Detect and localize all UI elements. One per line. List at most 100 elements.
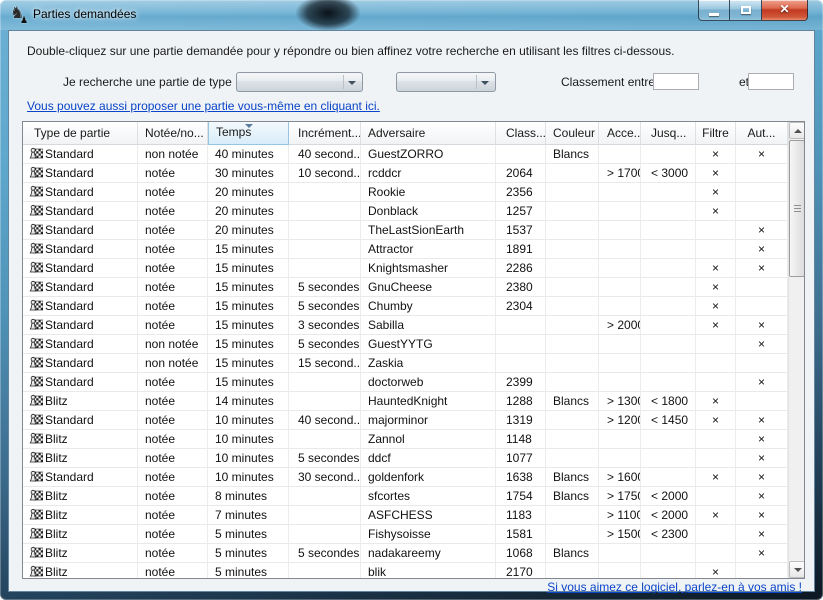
- game-subtype-select[interactable]: [396, 72, 496, 92]
- cell-color: [546, 259, 599, 278]
- cell-color: [546, 183, 599, 202]
- column-header-filter[interactable]: Filtre: [696, 122, 736, 145]
- table-row[interactable]: Standard non notée 15 minutes 5 secondes…: [23, 335, 788, 354]
- column-header-up-to[interactable]: Jusq...: [641, 122, 696, 145]
- titlebar[interactable]: ♞♟ Parties demandées ✕: [0, 0, 823, 30]
- cell-game-type: Standard: [23, 202, 138, 221]
- chess-pawn-icon: [29, 526, 43, 540]
- table-row[interactable]: Standard non notée 40 minutes 40 second.…: [23, 145, 788, 164]
- table-row[interactable]: Standard notée 15 minutes 5 secondes Chu…: [23, 297, 788, 316]
- rating-min-input[interactable]: [653, 73, 699, 90]
- cell-filter-mark: [696, 487, 736, 506]
- table-row[interactable]: Blitz notée 5 minutes blik 2170 ×: [23, 563, 788, 579]
- cell-up-to: [641, 278, 696, 297]
- column-header-time[interactable]: Temps: [208, 122, 289, 145]
- table-row[interactable]: Standard notée 20 minutes TheLastSionEar…: [23, 221, 788, 240]
- table-row[interactable]: Standard notée 20 minutes Rookie 2356 ×: [23, 183, 788, 202]
- cell-auto-mark: ×: [736, 316, 788, 335]
- column-header-rated[interactable]: Notée/no...: [138, 122, 208, 145]
- table-row[interactable]: Blitz notée 5 minutes 5 secondes nadakar…: [23, 544, 788, 563]
- cell-time: 15 minutes: [208, 259, 289, 278]
- cell-color: Blancs: [546, 392, 599, 411]
- table-row[interactable]: Standard non notée 15 minutes 15 second.…: [23, 354, 788, 373]
- cell-up-to: [641, 468, 696, 487]
- cell-increment: 5 secondes: [289, 297, 361, 316]
- table-row[interactable]: Standard notée 15 minutes 5 secondes Gnu…: [23, 278, 788, 297]
- cell-game-type: Standard: [23, 221, 138, 240]
- table-row[interactable]: Standard notée 10 minutes 40 second... m…: [23, 411, 788, 430]
- column-header-rating[interactable]: Class...: [496, 122, 546, 145]
- scroll-up-button[interactable]: [789, 122, 805, 139]
- cell-color: [546, 354, 599, 373]
- table-row[interactable]: Standard notée 30 minutes 10 second... r…: [23, 164, 788, 183]
- cell-auto-mark: ×: [736, 411, 788, 430]
- column-header-color[interactable]: Couleur: [546, 122, 599, 145]
- column-header-increment[interactable]: Incrément...: [289, 122, 361, 145]
- table-row[interactable]: Blitz notée 10 minutes Zannol 1148 ×: [23, 430, 788, 449]
- cell-accept-above: > 1300: [599, 392, 641, 411]
- table-row[interactable]: Standard notée 10 minutes 30 second... g…: [23, 468, 788, 487]
- cell-auto-mark: [736, 354, 788, 373]
- scrollbar-thumb[interactable]: [789, 140, 805, 277]
- chevron-down-icon: [481, 81, 489, 85]
- cell-up-to: [641, 202, 696, 221]
- chess-pawn-icon: [29, 355, 43, 369]
- close-button[interactable]: ✕: [762, 0, 808, 21]
- maximize-button[interactable]: [730, 0, 762, 21]
- column-header-accept-above[interactable]: Acce...: [599, 122, 641, 145]
- column-header-opponent[interactable]: Adversaire: [361, 122, 496, 145]
- cell-color: [546, 373, 599, 392]
- table-row[interactable]: Blitz notée 8 minutes sfcortes 1754 Blan…: [23, 487, 788, 506]
- cell-increment: [289, 525, 361, 544]
- table-row[interactable]: Standard notée 15 minutes 3 secondes Sab…: [23, 316, 788, 335]
- table-row[interactable]: Standard notée 15 minutes doctorweb 2399…: [23, 373, 788, 392]
- propose-game-link[interactable]: Vous pouvez aussi proposer une partie vo…: [27, 99, 380, 113]
- chess-pawn-icon: [29, 298, 43, 312]
- table-row[interactable]: Standard notée 15 minutes Attractor 1891…: [23, 240, 788, 259]
- cell-rated: notée: [138, 164, 208, 183]
- game-type-select[interactable]: [236, 72, 363, 92]
- cell-time: 20 minutes: [208, 221, 289, 240]
- rating-max-input[interactable]: [748, 73, 794, 90]
- table-row[interactable]: Blitz notée 10 minutes 5 secondes ddcf 1…: [23, 449, 788, 468]
- chess-pawn-icon: [29, 507, 43, 521]
- minimize-button[interactable]: [698, 0, 730, 21]
- tell-friends-link[interactable]: Si vous aimez ce logiciel, parlez-en à v…: [547, 580, 802, 594]
- cell-opponent: Zaskia: [361, 354, 496, 373]
- cell-rated: notée: [138, 202, 208, 221]
- cell-rating: 1183: [496, 506, 546, 525]
- cell-filter-mark: [696, 544, 736, 563]
- vertical-scrollbar[interactable]: [788, 122, 804, 578]
- table-row[interactable]: Blitz notée 7 minutes ASFCHESS 1183 > 11…: [23, 506, 788, 525]
- cell-game-type: Blitz: [23, 392, 138, 411]
- table-row[interactable]: Standard notée 20 minutes Donblack 1257 …: [23, 202, 788, 221]
- cell-opponent: Chumby: [361, 297, 496, 316]
- cell-color: [546, 506, 599, 525]
- chess-knight-app-icon: ♞♟: [10, 4, 30, 24]
- chess-pawn-icon: [29, 222, 43, 236]
- cell-color: [546, 430, 599, 449]
- cell-color: [546, 297, 599, 316]
- cell-up-to: < 2000: [641, 487, 696, 506]
- column-header-auto[interactable]: Aut...: [736, 122, 788, 145]
- column-header-type[interactable]: Type de partie: [23, 122, 138, 145]
- cell-filter-mark: [696, 240, 736, 259]
- chess-pawn-icon: [29, 469, 43, 483]
- table-row[interactable]: Blitz notée 5 minutes Fishysoisse 1581 >…: [23, 525, 788, 544]
- table-row[interactable]: Standard notée 15 minutes Knightsmasher …: [23, 259, 788, 278]
- cell-color: [546, 335, 599, 354]
- cell-game-type: Blitz: [23, 544, 138, 563]
- cell-accept-above: [599, 259, 641, 278]
- cell-rated: non notée: [138, 145, 208, 164]
- cell-rating: 1891: [496, 240, 546, 259]
- instruction-text: Double-cliquez sur une partie demandée p…: [27, 44, 674, 58]
- minimize-icon: [709, 13, 719, 16]
- table-row[interactable]: Blitz notée 14 minutes HauntedKnight 128…: [23, 392, 788, 411]
- cell-increment: [289, 183, 361, 202]
- maximize-icon: [741, 6, 751, 14]
- cell-accept-above: > 1600: [599, 468, 641, 487]
- cell-opponent: Donblack: [361, 202, 496, 221]
- cell-accept-above: > 1500: [599, 525, 641, 544]
- scroll-down-button[interactable]: [789, 561, 805, 578]
- cell-time: 15 minutes: [208, 297, 289, 316]
